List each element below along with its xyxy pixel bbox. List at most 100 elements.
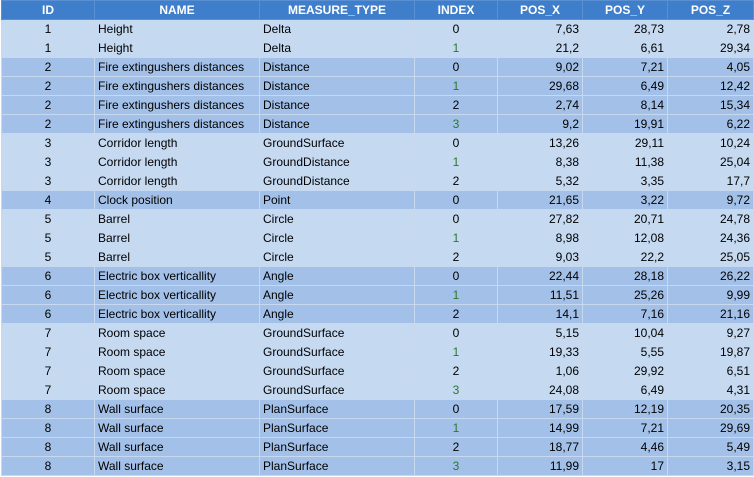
table-row[interactable]: 2 Fire extingushers distances Distance 2 2,7…: [1, 95, 754, 115]
cell-pos-y[interactable]: 29,11: [582, 133, 668, 153]
cell-pos-x[interactable]: 22,44: [497, 266, 583, 286]
cell-pos-z[interactable]: 4,05: [667, 57, 754, 77]
table-row[interactable]: 8 Wall surface PlanSurface 0 17,59 12,19 20,35: [1, 399, 754, 419]
cell-id[interactable]: 8: [1, 437, 95, 457]
table-row[interactable]: 6 Electric box verticallity Angle 1 11,51 25,…: [1, 285, 754, 305]
cell-pos-y[interactable]: 12,19: [582, 399, 668, 419]
cell-index[interactable]: 2: [414, 361, 498, 381]
cell-name[interactable]: Clock position: [94, 190, 260, 210]
cell-index[interactable]: 1: [414, 38, 498, 58]
cell-measure-type[interactable]: Angle: [259, 304, 415, 324]
cell-pos-x[interactable]: 11,51: [497, 285, 583, 305]
column-header-id[interactable]: ID: [1, 0, 95, 20]
cell-measure-type[interactable]: GroundDistance: [259, 152, 415, 172]
cell-pos-y[interactable]: 7,21: [582, 418, 668, 438]
cell-pos-z[interactable]: 9,72: [667, 190, 754, 210]
table-row[interactable]: 4 Clock position Point 0 21,65 3,22 9,72: [1, 190, 754, 210]
table-row[interactable]: 7 Room space GroundSurface 3 24,08 6,49 4,31: [1, 380, 754, 400]
table-row[interactable]: 6 Electric box verticallity Angle 0 22,44 28,…: [1, 266, 754, 286]
cell-measure-type[interactable]: Distance: [259, 95, 415, 115]
cell-name[interactable]: Wall surface: [94, 418, 260, 438]
cell-pos-z[interactable]: 24,78: [667, 209, 754, 229]
cell-id[interactable]: 8: [1, 399, 95, 419]
cell-id[interactable]: 8: [1, 456, 95, 476]
cell-measure-type[interactable]: GroundSurface: [259, 361, 415, 381]
cell-id[interactable]: 5: [1, 247, 95, 267]
cell-measure-type[interactable]: PlanSurface: [259, 437, 415, 457]
table-row[interactable]: 8 Wall surface PlanSurface 2 18,77 4,46 5,49: [1, 437, 754, 457]
cell-index[interactable]: 3: [414, 380, 498, 400]
cell-index[interactable]: 2: [414, 247, 498, 267]
cell-measure-type[interactable]: Angle: [259, 266, 415, 286]
cell-measure-type[interactable]: Circle: [259, 209, 415, 229]
cell-id[interactable]: 3: [1, 152, 95, 172]
cell-pos-z[interactable]: 20,35: [667, 399, 754, 419]
cell-pos-y[interactable]: 8,14: [582, 95, 668, 115]
cell-pos-z[interactable]: 10,24: [667, 133, 754, 153]
cell-pos-z[interactable]: 3,15: [667, 456, 754, 476]
cell-index[interactable]: 1: [414, 342, 498, 362]
cell-pos-y[interactable]: 7,21: [582, 57, 668, 77]
cell-name[interactable]: Electric box verticallity: [94, 304, 260, 324]
cell-id[interactable]: 3: [1, 133, 95, 153]
cell-pos-y[interactable]: 28,18: [582, 266, 668, 286]
cell-pos-z[interactable]: 24,36: [667, 228, 754, 248]
cell-id[interactable]: 7: [1, 342, 95, 362]
cell-name[interactable]: Barrel: [94, 247, 260, 267]
cell-id[interactable]: 2: [1, 76, 95, 96]
table-row[interactable]: 1 Height Delta 1 21,2 6,61 29,34: [1, 38, 754, 58]
cell-index[interactable]: 0: [414, 190, 498, 210]
cell-index[interactable]: 0: [414, 19, 498, 39]
cell-name[interactable]: Electric box verticallity: [94, 266, 260, 286]
cell-measure-type[interactable]: Circle: [259, 247, 415, 267]
cell-index[interactable]: 1: [414, 152, 498, 172]
cell-name[interactable]: Room space: [94, 323, 260, 343]
cell-pos-z[interactable]: 9,99: [667, 285, 754, 305]
cell-id[interactable]: 7: [1, 380, 95, 400]
cell-index[interactable]: 2: [414, 437, 498, 457]
table-row[interactable]: 7 Room space GroundSurface 1 19,33 5,55 19,87: [1, 342, 754, 362]
cell-pos-x[interactable]: 9,03: [497, 247, 583, 267]
cell-pos-y[interactable]: 20,71: [582, 209, 668, 229]
table-row[interactable]: 1 Height Delta 0 7,63 28,73 2,78: [1, 19, 754, 39]
cell-name[interactable]: Fire extingushers distances: [94, 76, 260, 96]
table-row[interactable]: 7 Room space GroundSurface 2 1,06 29,92 6,51: [1, 361, 754, 381]
cell-index[interactable]: 0: [414, 266, 498, 286]
cell-pos-x[interactable]: 5,32: [497, 171, 583, 191]
table-row[interactable]: 5 Barrel Circle 2 9,03 22,2 25,05: [1, 247, 754, 267]
cell-id[interactable]: 1: [1, 38, 95, 58]
cell-id[interactable]: 8: [1, 418, 95, 438]
cell-pos-y[interactable]: 5,55: [582, 342, 668, 362]
cell-pos-x[interactable]: 1,06: [497, 361, 583, 381]
cell-pos-x[interactable]: 11,99: [497, 456, 583, 476]
table-row[interactable]: 3 Corridor length GroundSurface 0 13,26 29,11…: [1, 133, 754, 153]
cell-pos-x[interactable]: 7,63: [497, 19, 583, 39]
cell-pos-x[interactable]: 5,15: [497, 323, 583, 343]
cell-measure-type[interactable]: Delta: [259, 38, 415, 58]
cell-pos-y[interactable]: 28,73: [582, 19, 668, 39]
column-header-pos-y[interactable]: POS_Y: [582, 0, 668, 20]
cell-pos-y[interactable]: 7,16: [582, 304, 668, 324]
cell-name[interactable]: Corridor length: [94, 171, 260, 191]
cell-id[interactable]: 7: [1, 323, 95, 343]
cell-pos-y[interactable]: 10,04: [582, 323, 668, 343]
cell-pos-x[interactable]: 8,38: [497, 152, 583, 172]
table-row[interactable]: 3 Corridor length GroundDistance 1 8,38 11,38…: [1, 152, 754, 172]
cell-pos-x[interactable]: 29,68: [497, 76, 583, 96]
cell-pos-z[interactable]: 29,34: [667, 38, 754, 58]
cell-pos-z[interactable]: 21,16: [667, 304, 754, 324]
cell-index[interactable]: 2: [414, 95, 498, 115]
cell-name[interactable]: Barrel: [94, 228, 260, 248]
cell-pos-x[interactable]: 18,77: [497, 437, 583, 457]
cell-pos-z[interactable]: 6,22: [667, 114, 754, 134]
table-row[interactable]: 2 Fire extingushers distances Distance 3 9,2…: [1, 114, 754, 134]
cell-id[interactable]: 7: [1, 361, 95, 381]
cell-id[interactable]: 2: [1, 57, 95, 77]
cell-index[interactable]: 3: [414, 114, 498, 134]
cell-measure-type[interactable]: Distance: [259, 114, 415, 134]
cell-pos-z[interactable]: 19,87: [667, 342, 754, 362]
cell-pos-y[interactable]: 11,38: [582, 152, 668, 172]
cell-name[interactable]: Corridor length: [94, 133, 260, 153]
cell-name[interactable]: Wall surface: [94, 399, 260, 419]
cell-index[interactable]: 3: [414, 456, 498, 476]
